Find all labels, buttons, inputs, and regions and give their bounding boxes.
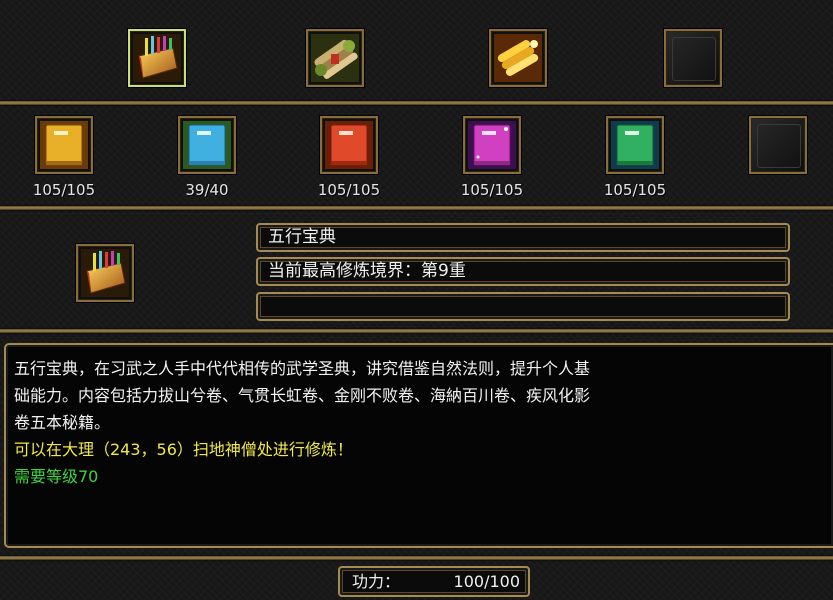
item-slot-gold-scrolls[interactable] — [489, 29, 547, 87]
book-count-blue: 39/40 — [185, 181, 229, 199]
training-location-text: 可以在大理（243，56）扫地神僧处进行修炼！ — [14, 440, 353, 459]
golden-tome-icon — [133, 34, 181, 82]
divider — [0, 329, 833, 333]
divider — [0, 101, 833, 105]
book-count-green: 105/105 — [603, 181, 667, 199]
item-slot-empty[interactable] — [664, 29, 722, 87]
green-book-icon — [611, 121, 659, 169]
book-slot-red[interactable] — [320, 116, 378, 174]
book-slot-purple[interactable] — [463, 116, 521, 174]
power-display: 功力： 100/100 — [338, 566, 530, 597]
description-line: 础能力。内容包括力拔山兮卷、气贯长虹卷、金刚不败卷、海納百川卷、疾风化影 — [14, 386, 591, 405]
empty-slot-icon — [757, 124, 801, 168]
book-count-yellow: 105/105 — [32, 181, 96, 199]
item-name-field: 五行宝典 — [256, 223, 790, 252]
book-count-purple: 105/105 — [460, 181, 524, 199]
book-slot-green[interactable] — [606, 116, 664, 174]
realm-field: 当前最高修炼境界：第9重 — [256, 257, 790, 286]
item-slot-scroll-bundle[interactable] — [306, 29, 364, 87]
book-slot-yellow[interactable] — [35, 116, 93, 174]
book-count-red: 105/105 — [317, 181, 381, 199]
golden-tome-icon — [81, 249, 129, 297]
gold-scrolls-icon — [494, 34, 542, 82]
item-slot-golden-tome[interactable] — [128, 29, 186, 87]
scroll-bundle-icon — [311, 34, 359, 82]
extra-field — [256, 292, 790, 321]
red-book-icon — [325, 121, 373, 169]
power-label: 功力： — [352, 572, 401, 591]
purple-book-icon — [468, 121, 516, 169]
description-line: 卷五本秘籍。 — [14, 413, 111, 432]
level-requirement-text: 需要等级70 — [14, 467, 99, 486]
divider — [0, 556, 833, 560]
divider — [0, 206, 833, 210]
description-line: 五行宝典，在习武之人手中代代相传的武学圣典，讲究借鉴自然法则，提升个人基 — [14, 359, 591, 378]
detail-item-slot[interactable] — [76, 244, 134, 302]
power-value: 100/100 — [453, 572, 520, 591]
book-slot-empty[interactable] — [749, 116, 807, 174]
book-slot-blue[interactable] — [178, 116, 236, 174]
yellow-book-icon — [40, 121, 88, 169]
description-box: 五行宝典，在习武之人手中代代相传的武学圣典，讲究借鉴自然法则，提升个人基 础能力… — [4, 343, 833, 548]
blue-book-icon — [183, 121, 231, 169]
empty-slot-icon — [672, 37, 716, 81]
